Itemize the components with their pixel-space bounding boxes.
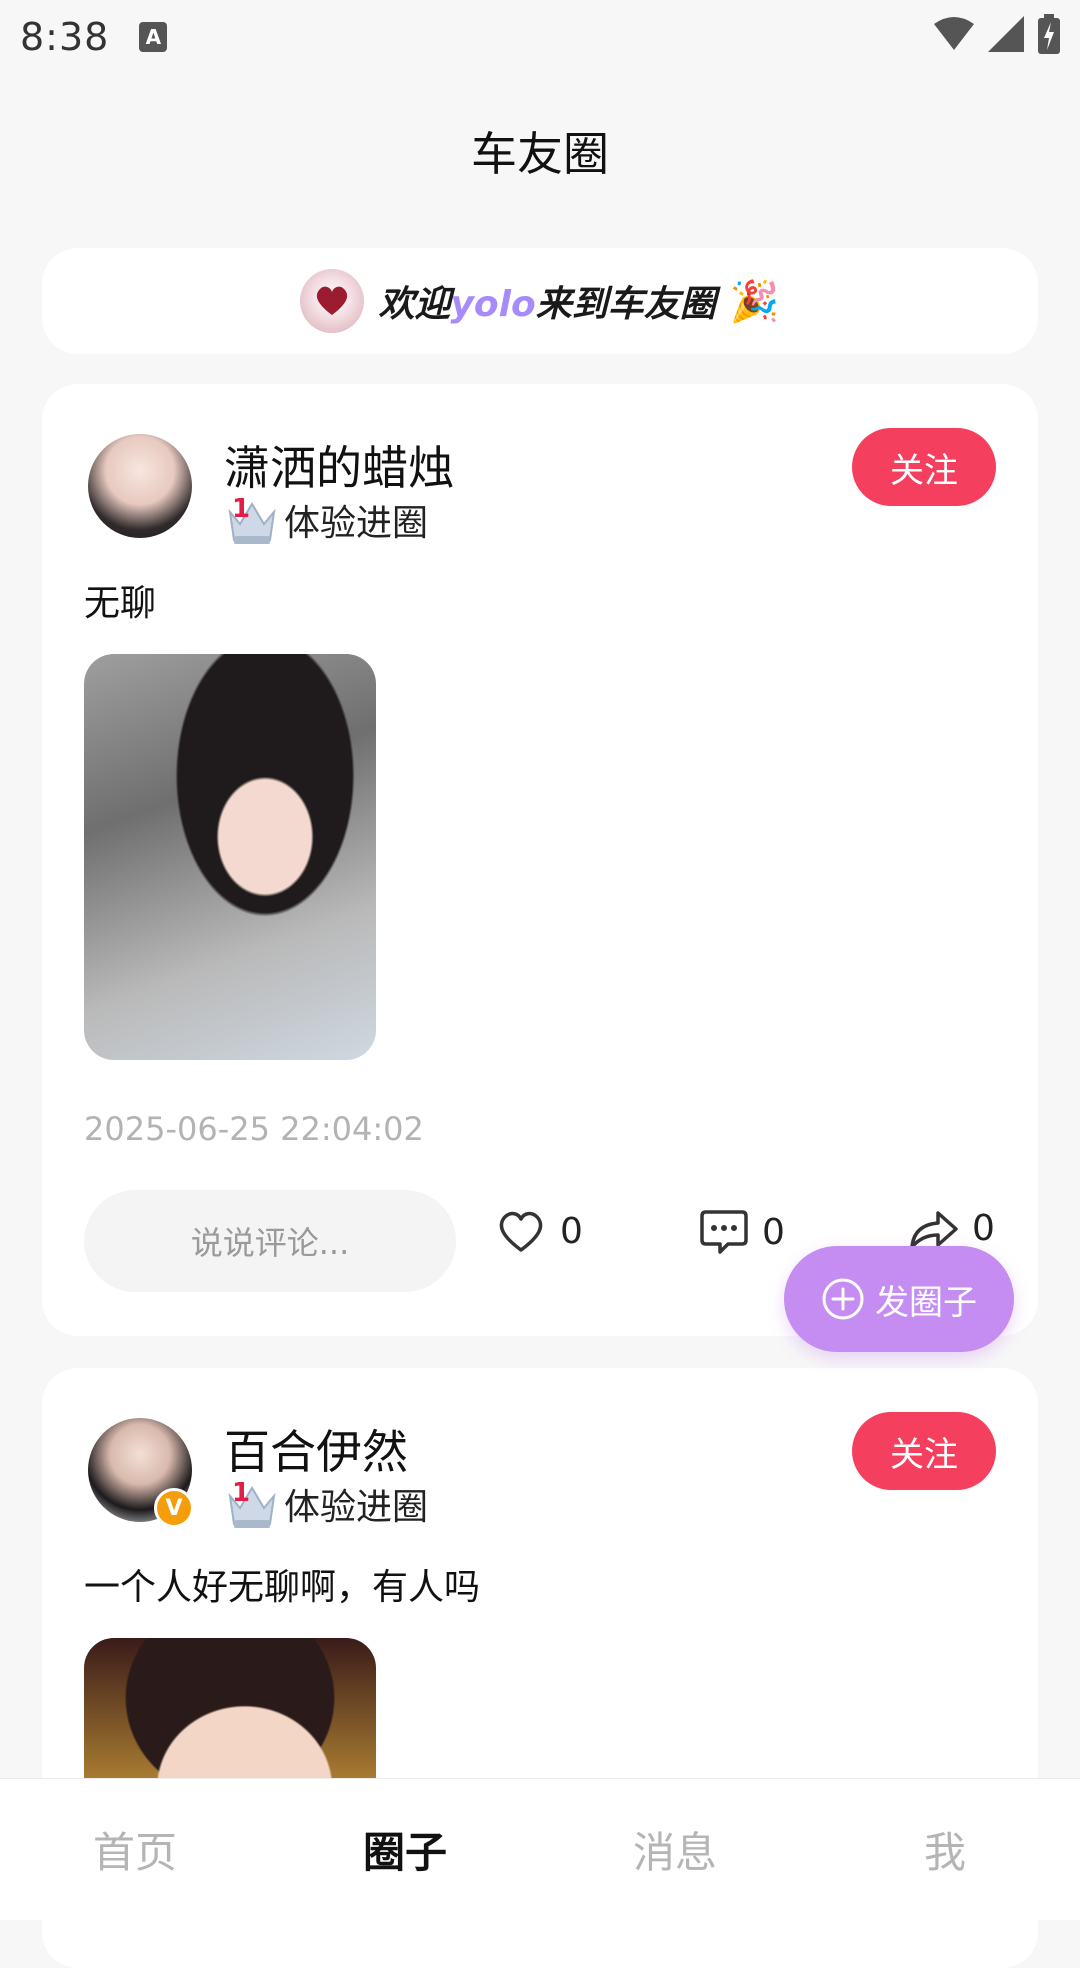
post-timestamp: 2025-06-25 22:04:02	[84, 1110, 424, 1148]
wifi-icon	[934, 17, 974, 50]
like-count: 0	[560, 1210, 583, 1252]
nav-messages[interactable]: 消息	[540, 1819, 810, 1880]
avatar[interactable]	[88, 434, 192, 538]
nav-circle[interactable]: 圈子	[270, 1819, 540, 1880]
cellular-signal-icon	[988, 16, 1024, 52]
post-username[interactable]: 潇洒的蜡烛	[224, 432, 454, 498]
status-bar: 8:38 A	[0, 0, 1080, 74]
comment-input[interactable]: 说说评论...	[84, 1190, 456, 1292]
level-badge: 1 体验进圈	[224, 494, 428, 546]
status-time: 8:38	[20, 15, 110, 59]
create-post-button[interactable]: 发圈子	[784, 1246, 1014, 1352]
notification-a-icon: A	[139, 22, 168, 52]
post-text: 无聊	[84, 583, 157, 624]
follow-button[interactable]: 关注	[852, 1412, 996, 1490]
comment-count: 0	[762, 1211, 785, 1253]
post-username[interactable]: 百合伊然	[224, 1416, 408, 1482]
bottom-nav: 首页 圈子 消息 我	[0, 1778, 1080, 1920]
comment-button[interactable]: 0	[700, 1208, 785, 1256]
party-popper-icon: 🎉	[729, 278, 780, 325]
plus-circle-icon	[822, 1278, 864, 1320]
level-badge: 1 体验进圈	[224, 1478, 428, 1530]
post-image[interactable]	[84, 654, 376, 1060]
share-button[interactable]: 0	[908, 1208, 995, 1249]
welcome-text: 欢迎yolo来到车友圈	[378, 275, 715, 327]
level-number: 1	[232, 1478, 251, 1508]
level-number: 1	[232, 494, 251, 524]
welcome-prefix: 欢迎	[378, 284, 451, 325]
verified-badge: V	[154, 1488, 194, 1528]
comment-bubble-icon	[700, 1210, 748, 1254]
welcome-suffix: 来到车友圈	[535, 284, 716, 325]
like-button[interactable]: 0	[496, 1208, 583, 1254]
page-title: 车友圈	[471, 127, 609, 181]
heart-ball-icon	[300, 269, 365, 333]
create-post-label: 发圈子	[875, 1282, 977, 1323]
nav-home[interactable]: 首页	[0, 1819, 270, 1880]
share-count: 0	[972, 1208, 995, 1249]
crown-icon: 1	[224, 1478, 280, 1530]
level-label: 体验进圈	[284, 1487, 429, 1528]
heart-outline-icon	[499, 1211, 543, 1252]
follow-button[interactable]: 关注	[852, 428, 996, 506]
battery-charging-icon	[1038, 14, 1060, 54]
welcome-banner: 欢迎yolo来到车友圈 🎉	[42, 248, 1038, 354]
status-icons	[934, 14, 1060, 54]
crown-icon: 1	[224, 494, 280, 546]
post-text: 一个人好无聊啊，有人吗	[84, 1567, 481, 1608]
nav-me[interactable]: 我	[810, 1819, 1080, 1880]
share-arrow-icon	[910, 1210, 958, 1249]
level-label: 体验进圈	[284, 503, 429, 544]
welcome-username: yolo	[450, 284, 536, 325]
post-card: 潇洒的蜡烛 1 体验进圈 关注 无聊 2025-06-25 22:04:02 说…	[42, 384, 1038, 1336]
